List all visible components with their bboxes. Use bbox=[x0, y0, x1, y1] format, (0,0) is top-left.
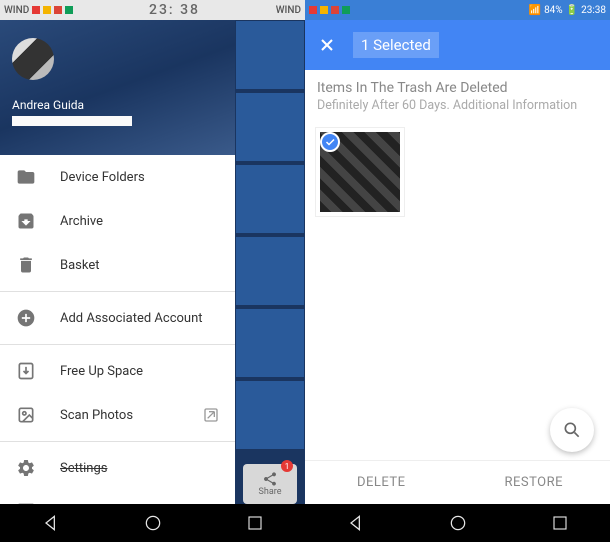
delete-button[interactable]: DELETE bbox=[305, 461, 458, 504]
share-label: Share bbox=[259, 487, 282, 497]
menu-basket[interactable]: Basket bbox=[0, 243, 235, 287]
selection-header: 1 Selected bbox=[305, 20, 610, 70]
nav-recent[interactable] bbox=[246, 514, 264, 532]
menu-label: Device Folders bbox=[60, 170, 145, 185]
scan-icon bbox=[16, 405, 36, 425]
left-phone: WIND 23: 38 WIND Andrea Guida bbox=[0, 0, 305, 542]
external-link-icon bbox=[203, 407, 219, 423]
carrier-label-2: WIND bbox=[276, 5, 301, 16]
status-bar-right: 📶 84% 🔋 23:38 bbox=[305, 0, 610, 20]
menu-label: Basket bbox=[60, 258, 100, 273]
nav-back[interactable] bbox=[346, 513, 366, 533]
menu-archive[interactable]: Archive bbox=[0, 199, 235, 243]
restore-button[interactable]: RESTORE bbox=[458, 461, 610, 504]
gear-icon bbox=[16, 458, 36, 478]
carrier-label: WIND bbox=[4, 5, 29, 16]
menu-label: Scan Photos bbox=[60, 408, 133, 423]
battery-icon: 🔋 bbox=[566, 5, 578, 16]
selected-check-icon bbox=[320, 132, 340, 152]
share-icon bbox=[262, 471, 278, 487]
selection-count: 1 Selected bbox=[353, 32, 439, 58]
drawer-header: Andrea Guida bbox=[0, 20, 235, 155]
share-badge: 1 bbox=[281, 460, 293, 472]
search-fab[interactable] bbox=[550, 408, 594, 452]
menu-label: Settings bbox=[60, 461, 107, 476]
navigation-drawer: Andrea Guida Device Folders Archive Bask… bbox=[0, 20, 235, 542]
folder-icon bbox=[16, 167, 36, 187]
right-phone: 📶 84% 🔋 23:38 1 Selected Items In The Tr… bbox=[305, 0, 610, 542]
menu-add-account[interactable]: Add Associated Account bbox=[0, 296, 235, 340]
magnify-icon bbox=[562, 420, 582, 440]
close-icon[interactable] bbox=[317, 35, 337, 55]
divider bbox=[0, 441, 235, 442]
android-nav-bar bbox=[0, 504, 305, 542]
add-account-icon bbox=[16, 308, 36, 328]
trash-info-title: Items In The Trash Are Deleted bbox=[317, 80, 598, 96]
android-nav-bar-right bbox=[305, 504, 610, 542]
menu-scan-photos[interactable]: Scan Photos bbox=[0, 393, 235, 437]
menu-settings[interactable]: Settings bbox=[0, 446, 235, 490]
user-name: Andrea Guida bbox=[12, 98, 223, 112]
nav-recent[interactable] bbox=[551, 514, 569, 532]
menu-device-folders[interactable]: Device Folders bbox=[0, 155, 235, 199]
wifi-icon: 📶 bbox=[529, 5, 541, 16]
status-bar-left: WIND 23: 38 WIND bbox=[0, 0, 305, 20]
free-space-icon bbox=[16, 361, 36, 381]
nav-home[interactable] bbox=[143, 513, 163, 533]
divider bbox=[0, 344, 235, 345]
trash-grid bbox=[305, 127, 610, 217]
user-avatar[interactable] bbox=[12, 38, 54, 80]
trash-icon bbox=[16, 255, 36, 275]
trash-info-subtitle: Definitely After 60 Days. Additional Inf… bbox=[317, 98, 598, 113]
menu-label: Free Up Space bbox=[60, 364, 143, 379]
user-email-bar bbox=[12, 116, 132, 126]
menu-label: Add Associated Account bbox=[60, 311, 203, 326]
trash-info: Items In The Trash Are Deleted Definitel… bbox=[305, 70, 610, 127]
menu-free-space[interactable]: Free Up Space bbox=[0, 349, 235, 393]
share-button[interactable]: 1 Share bbox=[243, 464, 297, 504]
action-bar: DELETE RESTORE bbox=[305, 460, 610, 504]
battery-pct: 84% bbox=[544, 5, 563, 16]
nav-back[interactable] bbox=[41, 513, 61, 533]
menu-label: Archive bbox=[60, 214, 103, 229]
trash-thumbnail[interactable] bbox=[315, 127, 405, 217]
menu-list: Device Folders Archive Basket Add Associ… bbox=[0, 155, 235, 542]
status-clock-right: 23:38 bbox=[581, 5, 606, 16]
archive-icon bbox=[16, 211, 36, 231]
nav-home[interactable] bbox=[448, 513, 468, 533]
status-clock: 23: 38 bbox=[149, 2, 200, 18]
divider bbox=[0, 291, 235, 292]
